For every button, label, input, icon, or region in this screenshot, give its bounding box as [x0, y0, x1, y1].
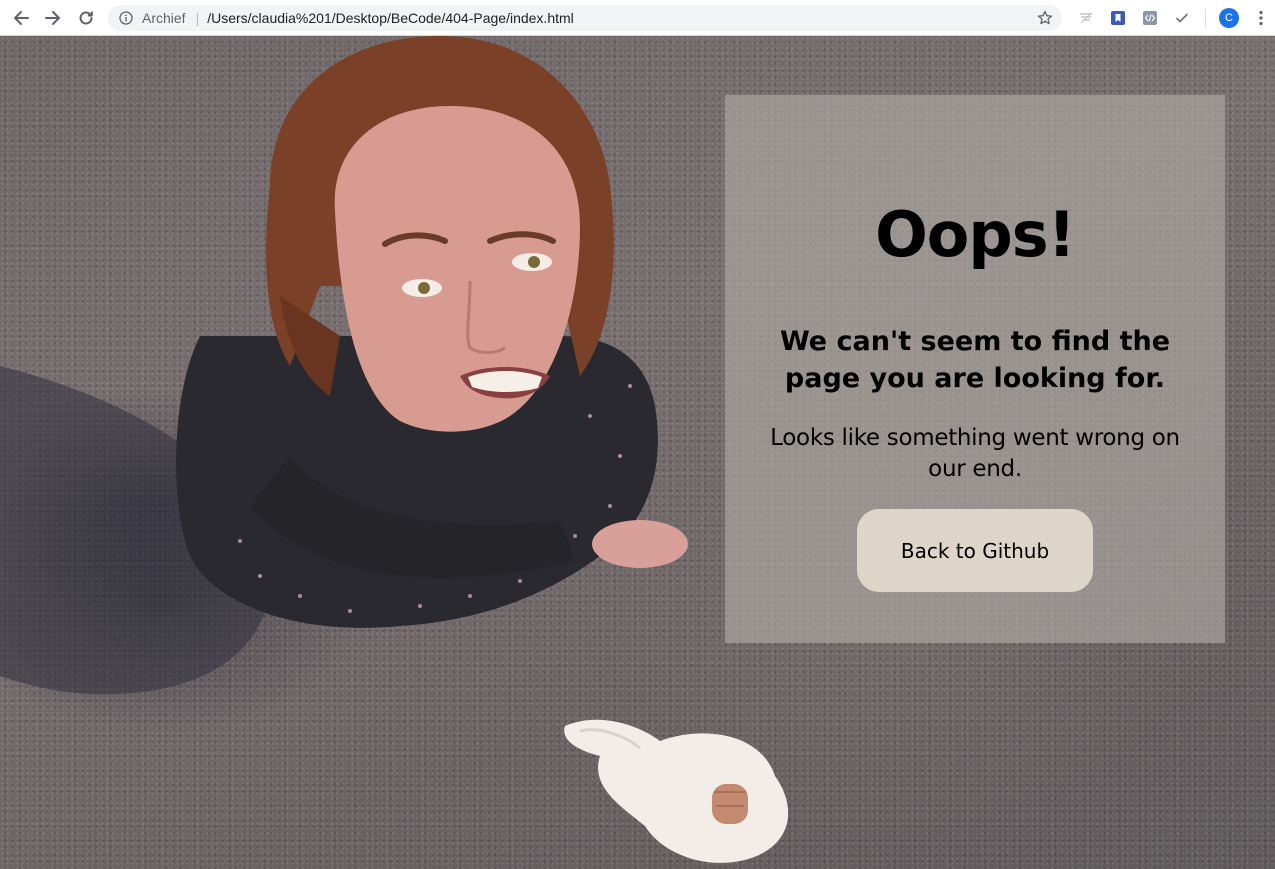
back-arrow-icon[interactable]	[9, 6, 33, 30]
forward-arrow-icon[interactable]	[41, 6, 65, 30]
error-card: Oops! We can't seem to find the page you…	[725, 95, 1225, 643]
address-separator: |	[195, 10, 200, 26]
woman-hands	[592, 520, 688, 568]
reload-icon[interactable]	[74, 6, 98, 30]
ice-cream-cone	[712, 784, 748, 824]
back-to-github-button[interactable]: Back to Github	[857, 509, 1093, 592]
extension-icon[interactable]	[1077, 9, 1095, 27]
menu-dots-icon[interactable]	[1252, 9, 1270, 27]
error-message: Looks like something went wrong on our e…	[770, 425, 1180, 482]
toolbar-divider	[1205, 9, 1206, 27]
browser-toolbar: Archief | /Users/claudia%201/Desktop/BeC…	[0, 0, 1275, 36]
site-info-label[interactable]: Archief	[142, 10, 186, 26]
page-viewport: Oops! We can't seem to find the page you…	[0, 36, 1275, 869]
info-icon[interactable]	[118, 10, 134, 26]
checkmark-icon[interactable]	[1173, 9, 1191, 27]
star-icon[interactable]	[1036, 9, 1054, 27]
spilled-ice-cream	[564, 719, 789, 863]
bookmark-icon[interactable]	[1109, 9, 1127, 27]
code-icon[interactable]	[1141, 9, 1159, 27]
url-text[interactable]: /Users/claudia%201/Desktop/BeCode/404-Pa…	[207, 10, 574, 26]
profile-avatar[interactable]: C	[1219, 8, 1239, 28]
address-bar[interactable]: Archief | /Users/claudia%201/Desktop/BeC…	[108, 5, 1062, 31]
error-subtitle: We can't seem to find the page you are l…	[779, 326, 1171, 394]
page-title: Oops!	[875, 198, 1076, 271]
